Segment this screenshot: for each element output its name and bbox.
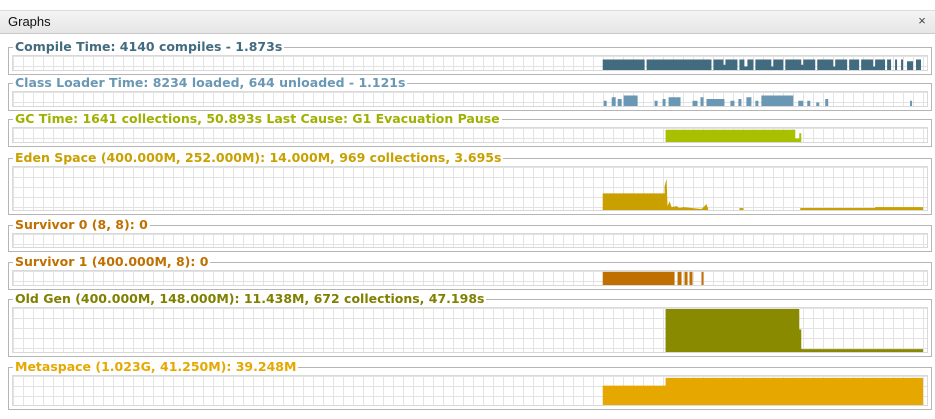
metaspace-graph	[12, 375, 928, 406]
survivor-1-title: Survivor 1 (400.000M, 8): 0	[13, 254, 211, 269]
gc-time-series	[665, 129, 802, 142]
class-loader-panel: Class Loader Time: 8234 loaded, 644 unlo…	[8, 75, 932, 111]
survivor-0-title: Survivor 0 (8, 8): 0	[13, 217, 150, 232]
compile-time-panel: Compile Time: 4140 compiles - 1.873s	[8, 39, 932, 75]
graphs-tab-bar: Graphs ×	[0, 10, 935, 34]
eden-space-panel: Eden Space (400.000M, 252.000M): 14.000M…	[8, 150, 932, 215]
compile-time-series	[602, 59, 922, 70]
class-loader-graph	[12, 91, 928, 107]
class-loader-title: Class Loader Time: 8234 loaded, 644 unlo…	[13, 75, 408, 90]
survivor-1-panel: Survivor 1 (400.000M, 8): 0	[8, 254, 932, 290]
survivor-0-panel: Survivor 0 (8, 8): 0	[8, 217, 932, 252]
eden-space-graph	[12, 166, 928, 211]
class-loader-series	[603, 95, 913, 106]
old-gen-panel: Old Gen (400.000M, 148.000M): 11.438M, 6…	[8, 291, 932, 357]
graphs-tab-title: Graphs	[8, 14, 51, 29]
metaspace-series	[602, 377, 924, 405]
eden-space-series	[602, 178, 924, 210]
old-gen-title: Old Gen (400.000M, 148.000M): 11.438M, 6…	[13, 291, 487, 306]
survivor-1-series	[602, 271, 704, 285]
metaspace-title: Metaspace (1.023G, 41.250M): 39.248M	[13, 359, 299, 374]
close-icon[interactable]: ×	[915, 13, 929, 28]
old-gen-graph	[12, 307, 928, 353]
compile-time-graph	[12, 55, 928, 71]
old-gen-series	[665, 308, 924, 352]
compile-time-title: Compile Time: 4140 compiles - 1.873s	[13, 39, 285, 54]
eden-space-title: Eden Space (400.000M, 252.000M): 14.000M…	[13, 150, 504, 165]
gc-time-title: GC Time: 1641 collections, 50.893s Last …	[13, 111, 502, 126]
metaspace-panel: Metaspace (1.023G, 41.250M): 39.248M	[8, 359, 932, 410]
survivor-0-graph	[12, 233, 928, 248]
gc-time-panel: GC Time: 1641 collections, 50.893s Last …	[8, 111, 932, 147]
survivor-1-graph	[12, 270, 928, 286]
gc-time-graph	[12, 127, 928, 143]
